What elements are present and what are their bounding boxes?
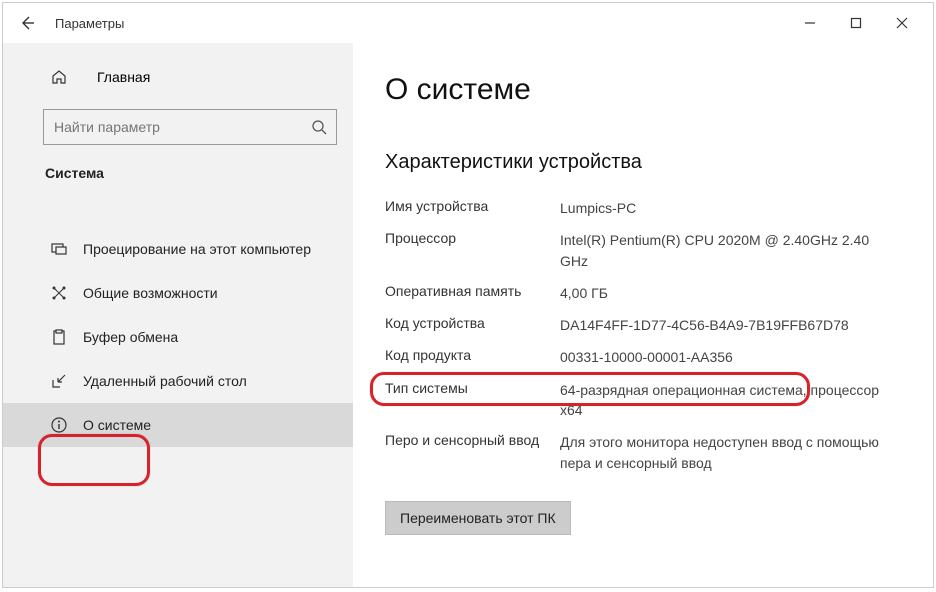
spec-row-device-name: Имя устройства Lumpics-PC <box>385 192 893 224</box>
spec-value: 00331-10000-00001-AA356 <box>560 347 893 367</box>
page-title: О системе <box>385 73 893 107</box>
titlebar: Параметры <box>3 3 933 43</box>
back-button[interactable] <box>11 7 43 39</box>
sidebar-section-label: Система <box>3 159 353 199</box>
minimize-icon <box>804 17 816 29</box>
spec-row-system-type: Тип системы 64-разрядная операционная си… <box>385 374 893 427</box>
spec-label: Тип системы <box>385 380 560 421</box>
sidebar-item-remote-desktop[interactable]: Удаленный рабочий стол <box>3 359 353 403</box>
sidebar-nav: Проецирование на этот компьютер Общие во… <box>3 199 353 447</box>
spec-value: Для этого монитора недоступен ввод с пом… <box>560 432 893 473</box>
sidebar-item-about[interactable]: О системе <box>3 403 353 447</box>
sidebar-item-shared-experiences[interactable]: Общие возможности <box>3 271 353 315</box>
section-heading: Характеристики устройства <box>385 151 893 174</box>
spec-label: Процессор <box>385 230 560 271</box>
maximize-button[interactable] <box>833 7 879 39</box>
spec-value: 4,00 ГБ <box>560 283 893 303</box>
search-input[interactable] <box>43 109 337 145</box>
sidebar-item-projecting[interactable]: Проецирование на этот компьютер <box>3 227 353 271</box>
spec-value: 64-разрядная операционная система, проце… <box>560 380 893 421</box>
home-icon <box>49 67 69 87</box>
spec-value: DA14F4FF-1D77-4C56-B4A9-7B19FFB67D78 <box>560 315 893 335</box>
spec-row-product-id: Код продукта 00331-10000-00001-AA356 <box>385 341 893 373</box>
sidebar-home-label: Главная <box>97 69 150 85</box>
spec-label: Перо и сенсорный ввод <box>385 432 560 473</box>
sidebar: Главная Система Проецирование на этот ко… <box>3 43 353 587</box>
spec-label: Оперативная память <box>385 283 560 303</box>
sidebar-item-label: Проецирование на этот компьютер <box>83 241 311 257</box>
clipboard-icon <box>49 327 69 347</box>
window-title: Параметры <box>55 16 124 31</box>
spec-row-processor: Процессор Intel(R) Pentium(R) CPU 2020M … <box>385 224 893 277</box>
search-wrapper <box>43 109 337 145</box>
sidebar-item-label: Общие возможности <box>83 285 218 301</box>
spec-label: Имя устройства <box>385 198 560 218</box>
spec-label: Код продукта <box>385 347 560 367</box>
arrow-left-icon <box>19 15 35 31</box>
close-icon <box>896 17 908 29</box>
main-content: О системе Характеристики устройства Имя … <box>353 43 933 587</box>
rename-pc-button[interactable]: Переименовать этот ПК <box>385 501 571 535</box>
spec-row-device-id: Код устройства DA14F4FF-1D77-4C56-B4A9-7… <box>385 309 893 341</box>
sidebar-item-label: Удаленный рабочий стол <box>83 373 247 389</box>
search-icon <box>311 119 327 135</box>
sidebar-item-label: Буфер обмена <box>83 329 178 345</box>
spec-value: Lumpics-PC <box>560 198 893 218</box>
window-body: Главная Система Проецирование на этот ко… <box>3 43 933 587</box>
minimize-button[interactable] <box>787 7 833 39</box>
maximize-icon <box>850 17 862 29</box>
close-button[interactable] <box>879 7 925 39</box>
projecting-icon <box>49 239 69 259</box>
sidebar-item-label: О системе <box>83 417 151 433</box>
sidebar-home[interactable]: Главная <box>3 55 353 99</box>
window-controls <box>787 7 925 39</box>
sidebar-item-clipboard[interactable]: Буфер обмена <box>3 315 353 359</box>
info-icon <box>49 415 69 435</box>
shared-icon <box>49 283 69 303</box>
remote-desktop-icon <box>49 371 69 391</box>
settings-window: Параметры Главная Система <box>2 2 934 588</box>
spec-row-pen-touch: Перо и сенсорный ввод Для этого монитора… <box>385 426 893 479</box>
spec-row-ram: Оперативная память 4,00 ГБ <box>385 277 893 309</box>
spec-label: Код устройства <box>385 315 560 335</box>
spec-value: Intel(R) Pentium(R) CPU 2020M @ 2.40GHz … <box>560 230 893 271</box>
